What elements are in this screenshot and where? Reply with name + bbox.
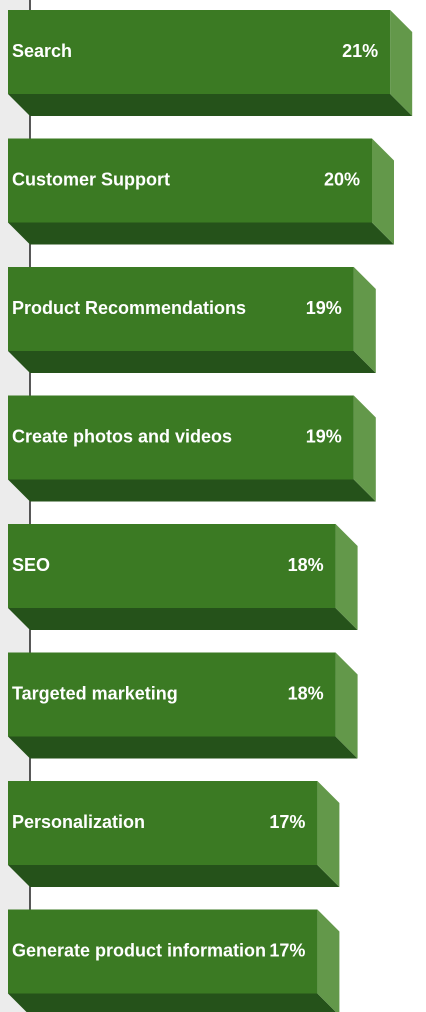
bar-group: SEO 18% (8, 524, 358, 630)
bar-value-label: 20% (324, 170, 360, 190)
bar-category-label: Customer Support (12, 170, 170, 190)
bar-category-label: Search (12, 41, 72, 61)
bar-value-label: 19% (306, 427, 342, 447)
bar-chart: Search 21% Customer Support 20% Product Reco… (0, 0, 413, 1012)
bars-group: Search 21% Customer Support 20% Product Reco… (8, 10, 413, 1012)
bar-value-label: 19% (306, 298, 342, 318)
bar-value-label: 21% (342, 41, 378, 61)
bar-category-label: Generate product information (12, 941, 266, 961)
bar-category-label: Personalization (12, 812, 145, 832)
bar-bottom-face (8, 993, 336, 1012)
bar-bottom-face (8, 865, 340, 887)
bar-bottom-face (8, 94, 413, 116)
bar-group: Customer Support 20% (8, 138, 394, 245)
bar-group: Search 21% (8, 10, 413, 116)
bar-bottom-face (8, 608, 358, 630)
bar-bottom-face (8, 222, 394, 245)
bar-category-label: Create photos and videos (12, 427, 232, 447)
bar-side-face (317, 909, 340, 1012)
bar-category-label: Product Recommendations (12, 298, 246, 318)
bar-category-label: Targeted marketing (12, 684, 178, 704)
bar-group: Product Recommendations 19% (8, 267, 376, 373)
bar-group: Targeted marketing 18% (8, 652, 358, 759)
bar-category-label: SEO (12, 555, 50, 575)
bar-bottom-face (8, 351, 376, 373)
bar-value-label: 18% (288, 684, 324, 704)
bar-bottom-face (8, 736, 358, 759)
bar-group: Generate product information 17% (8, 909, 340, 1012)
bar-group: Personalization 17% (8, 781, 340, 887)
bar-group: Create photos and videos 19% (8, 395, 376, 502)
bar-value-label: 17% (269, 812, 305, 832)
bar (8, 524, 336, 608)
bar-bottom-face (8, 479, 376, 502)
bar-value-label: 18% (288, 555, 324, 575)
bar-value-label: 17% (269, 941, 305, 961)
